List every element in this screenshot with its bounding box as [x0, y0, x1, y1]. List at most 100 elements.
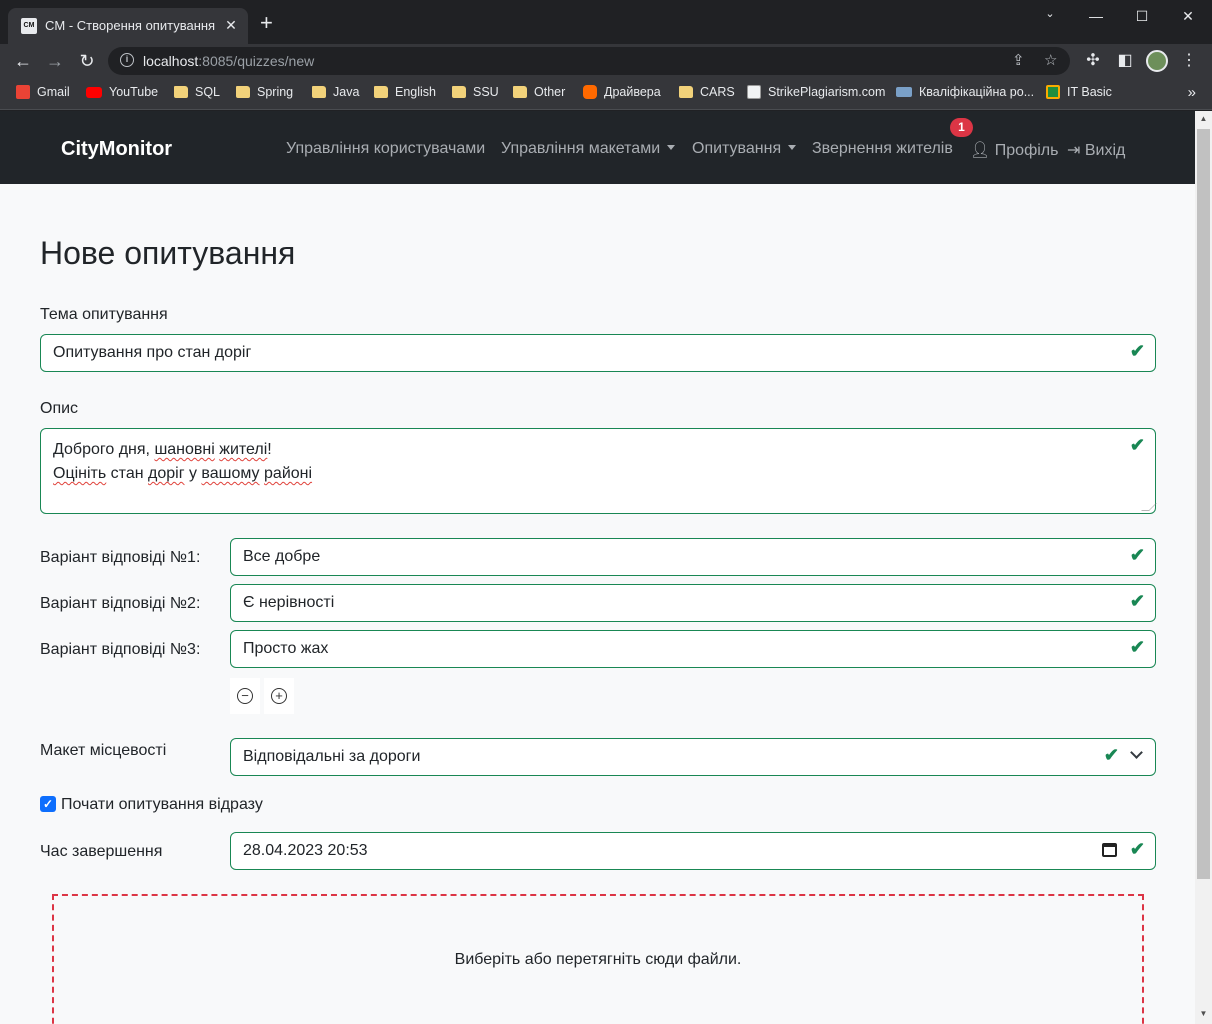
answer-2-label: Варіант відповіді №2: [40, 595, 201, 612]
page-viewport: CityMonitor Управління користувачами Упр… [0, 111, 1195, 1024]
valid-check-icon: ✔ [1129, 435, 1145, 455]
youtube-icon [86, 86, 102, 98]
minimize-icon[interactable]: — [1073, 4, 1119, 28]
file-dropzone[interactable]: Виберіть або перетягніть сюди файли. [52, 894, 1144, 1024]
nav-users[interactable]: Управління користувачами [286, 140, 485, 158]
answer-3-label: Варіант відповіді №3: [40, 641, 201, 658]
topic-label: Тема опитування [40, 306, 168, 323]
presentation-icon [896, 87, 912, 97]
minus-circle-icon: − [237, 688, 253, 704]
bookmark-cars[interactable]: CARS [679, 85, 735, 99]
bookmark-other[interactable]: Other [513, 85, 565, 99]
calendar-icon[interactable] [1102, 843, 1117, 857]
topic-input[interactable]: Опитування про стан доріг ✔ [40, 334, 1156, 372]
bookmark-star-icon[interactable]: ☆ [1044, 51, 1057, 69]
folder-icon [236, 86, 250, 98]
side-panel-icon[interactable]: ◧ [1114, 50, 1136, 70]
bookmarks-bar: Gmail YouTube SQL Spring Java English SS… [0, 78, 1212, 110]
bookmark-java[interactable]: Java [312, 85, 359, 99]
resize-handle-icon[interactable] [1141, 503, 1157, 511]
close-window-icon[interactable]: ✕ [1165, 4, 1211, 28]
valid-check-icon: ✔ [1129, 591, 1145, 611]
remove-answer-button[interactable]: − [230, 678, 260, 714]
caret-down-icon [788, 145, 797, 150]
brand-logo[interactable]: CityMonitor [61, 138, 172, 161]
bookmark-drivers[interactable]: Драйвера [583, 85, 661, 99]
browser-toolbar: ← → ↻ i localhost:8085/quizzes/new ⇪ ☆ ✣… [0, 44, 1212, 78]
description-value: Доброго дня, шановні жителі! Оцініть ста… [53, 441, 313, 482]
start-now-checkbox[interactable]: ✓ [40, 796, 56, 812]
nav-appeals[interactable]: Звернення жителів [812, 140, 953, 158]
bookmark-qualification[interactable]: Кваліфікаційна ро... [896, 85, 1034, 99]
classroom-icon [1046, 85, 1060, 99]
nav-quizzes-dropdown[interactable]: Опитування [692, 140, 797, 158]
answer-2-value: Є нерівності [243, 594, 335, 611]
bookmark-it-basic[interactable]: IT Basic [1046, 85, 1112, 99]
add-answer-button[interactable]: + [264, 678, 294, 714]
menu-icon[interactable]: ⋮ [1178, 50, 1200, 70]
share-icon[interactable]: ⇪ [1012, 51, 1025, 69]
valid-check-icon: ✔ [1103, 745, 1119, 765]
answer-2-input[interactable]: Є нерівності ✔ [230, 584, 1156, 622]
bookmark-youtube[interactable]: YouTube [86, 85, 158, 99]
answer-3-input[interactable]: Просто жах ✔ [230, 630, 1156, 668]
nav-layouts-dropdown[interactable]: Управління макетами [501, 140, 676, 158]
browser-titlebar: CM CM - Створення опитування ✕ + ⌄ — ☐ ✕ [0, 0, 1212, 44]
topic-value: Опитування про стан доріг [53, 344, 252, 361]
answer-1-input[interactable]: Все добре ✔ [230, 538, 1156, 576]
page-title: Нове опитування [40, 235, 296, 271]
nav-logout[interactable]: ⇥ Вихід [1067, 140, 1125, 160]
end-time-input[interactable]: 28.04.2023 20:53 ✔ [230, 832, 1156, 870]
description-textarea[interactable]: Доброго дня, шановні жителі! Оцініть ста… [40, 428, 1157, 514]
tab-title: CM - Створення опитування [45, 18, 216, 33]
gmail-icon [16, 85, 30, 99]
layout-label: Макет місцевості [40, 742, 167, 759]
scroll-thumb[interactable] [1197, 129, 1210, 879]
logout-icon: ⇥ [1067, 142, 1081, 159]
tab-close-icon[interactable]: ✕ [222, 16, 240, 34]
plus-circle-icon: + [271, 688, 287, 704]
bookmark-gmail[interactable]: Gmail [16, 85, 70, 99]
browser-tab[interactable]: CM CM - Створення опитування ✕ [8, 8, 248, 44]
extensions-icon[interactable]: ✣ [1082, 50, 1104, 70]
maximize-icon[interactable]: ☐ [1119, 4, 1165, 28]
layout-select[interactable]: Відповідальні за дороги ✔ [230, 738, 1156, 776]
mi-icon [583, 85, 597, 99]
valid-check-icon: ✔ [1129, 545, 1145, 565]
bookmark-ssu[interactable]: SSU [452, 85, 499, 99]
back-icon[interactable]: ← [11, 49, 35, 73]
end-time-label: Час завершення [40, 843, 163, 860]
reload-icon[interactable]: ↻ [75, 49, 99, 73]
notification-badge: 1 [950, 118, 973, 137]
answer-1-value: Все добре [243, 548, 321, 565]
bookmark-english[interactable]: English [374, 85, 436, 99]
site-info-icon[interactable]: i [120, 53, 134, 67]
site-favicon-icon: CM [21, 18, 37, 34]
bookmarks-overflow-icon[interactable]: » [1188, 84, 1196, 101]
bookmark-strikeplagiarism[interactable]: StrikePlagiarism.com [747, 85, 885, 99]
nav-profile[interactable]: 👤︎ Профіль [970, 140, 1058, 160]
address-bar[interactable]: i localhost:8085/quizzes/new ⇪ ☆ [108, 47, 1070, 75]
tab-search-chevron-icon[interactable]: ⌄ [1027, 2, 1073, 26]
start-now-label[interactable]: Почати опитування відразу [61, 796, 263, 814]
folder-icon [374, 86, 388, 98]
folder-icon [174, 86, 188, 98]
page-scrollbar[interactable]: ▲ ▼ [1195, 111, 1212, 1024]
valid-check-icon: ✔ [1129, 341, 1145, 361]
folder-icon [312, 86, 326, 98]
end-time-value: 28.04.2023 20:53 [243, 842, 368, 859]
bookmark-spring[interactable]: Spring [236, 85, 293, 99]
folder-icon [452, 86, 466, 98]
scroll-up-icon[interactable]: ▲ [1195, 114, 1212, 123]
answer-3-value: Просто жах [243, 640, 329, 657]
forward-icon[interactable]: → [43, 49, 67, 73]
dropzone-text: Виберіть або перетягніть сюди файли. [454, 951, 742, 968]
valid-check-icon: ✔ [1129, 839, 1145, 859]
site-navbar: CityMonitor Управління користувачами Упр… [0, 111, 1195, 184]
bookmark-sql[interactable]: SQL [174, 85, 220, 99]
scroll-down-icon[interactable]: ▼ [1195, 1009, 1212, 1018]
new-tab-icon[interactable]: + [260, 12, 273, 34]
url-text: localhost:8085/quizzes/new [143, 53, 315, 69]
profile-avatar[interactable] [1146, 50, 1168, 72]
caret-down-icon [667, 145, 676, 150]
